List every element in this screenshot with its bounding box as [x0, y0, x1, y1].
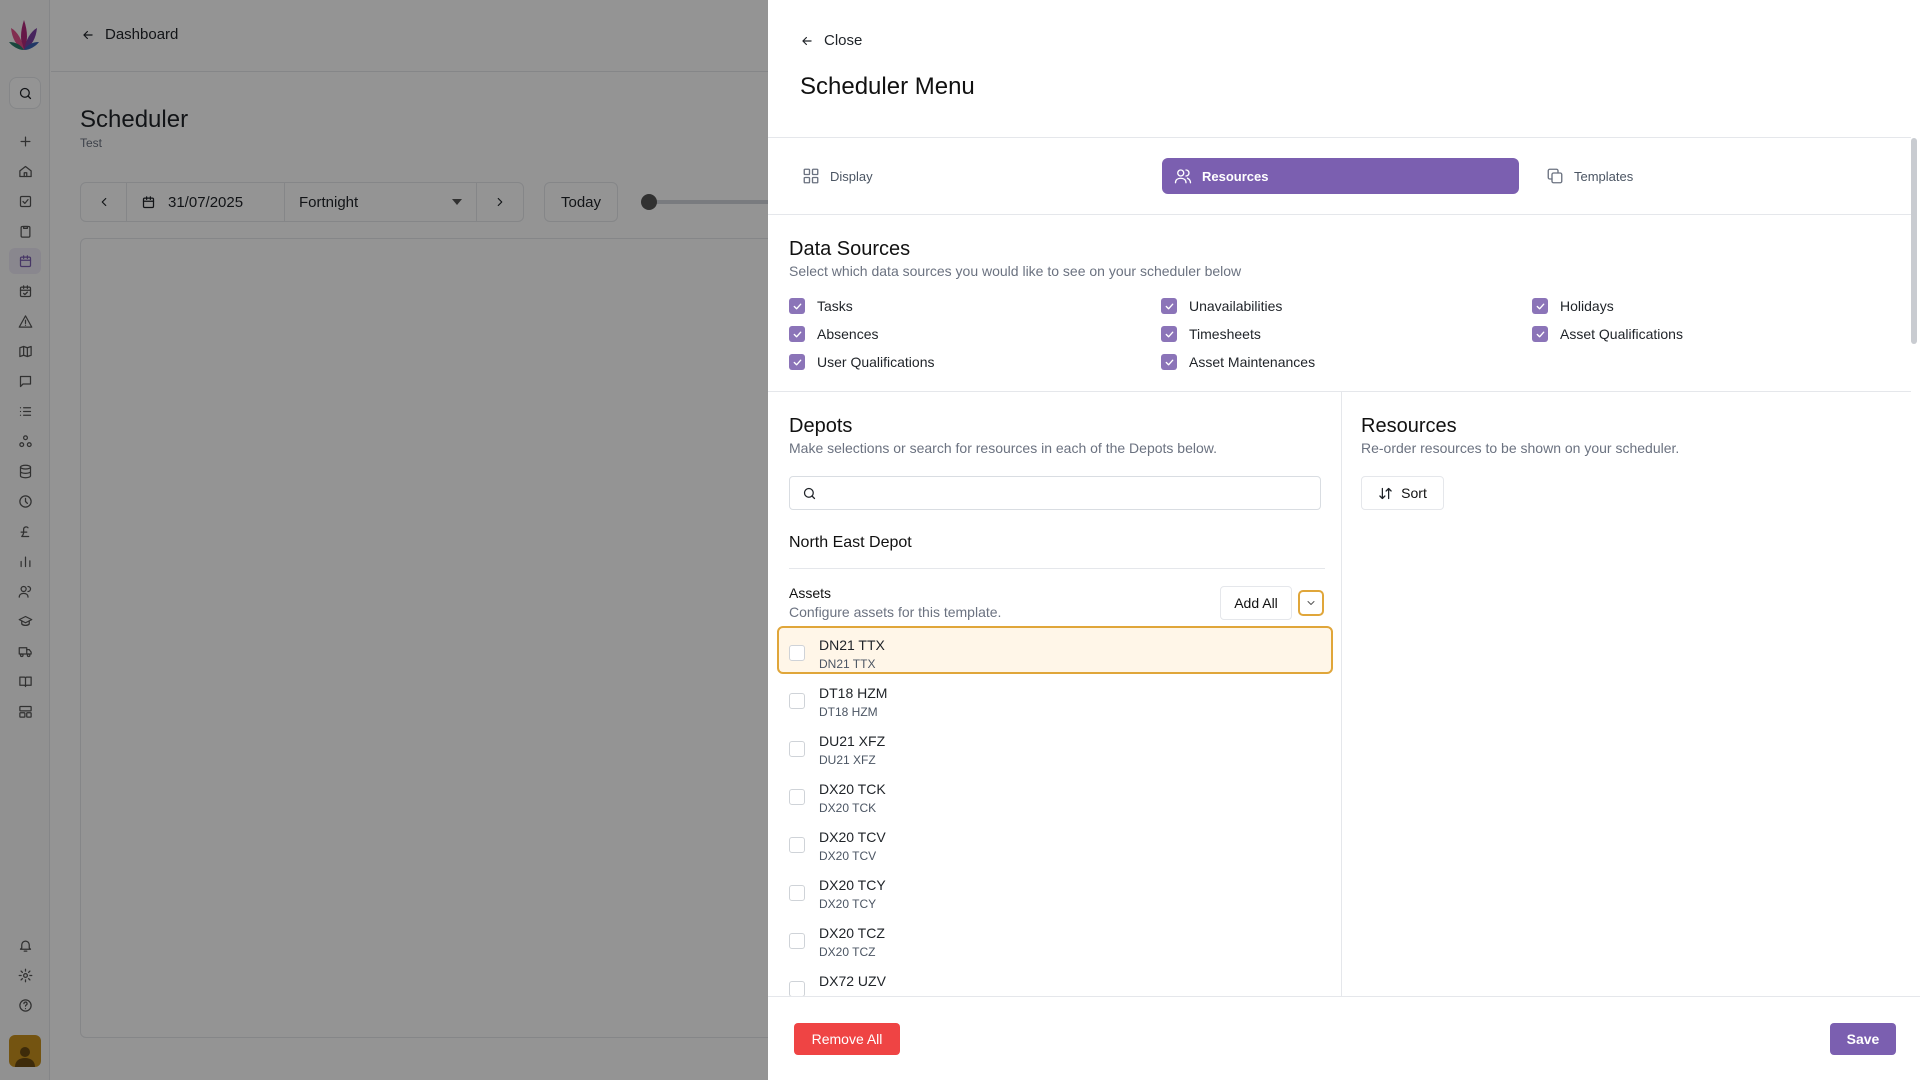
sort-label: Sort	[1401, 485, 1427, 501]
asset-title: DU21 XFZ	[819, 733, 886, 749]
data-source-label: User Qualifications	[817, 354, 935, 370]
remove-all-button[interactable]: Remove All	[794, 1023, 900, 1055]
data-source-label: Asset Qualifications	[1560, 326, 1683, 342]
data-source-tasks[interactable]: Tasks	[789, 298, 853, 314]
asset-subtitle: DX20 TCY	[819, 897, 877, 911]
data-source-unavailabilities[interactable]: Unavailabilities	[1161, 298, 1282, 314]
asset-subtitle: DU21 XFZ	[819, 753, 876, 767]
asset-checkbox[interactable]	[789, 885, 805, 901]
assets-description: Configure assets for this template.	[789, 604, 1002, 620]
asset-title: DT18 HZM	[819, 685, 888, 701]
data-source-label: Timesheets	[1189, 326, 1261, 342]
data-source-asset-maintenances[interactable]: Asset Maintenances	[1161, 354, 1315, 370]
chevron-down-icon	[1307, 601, 1315, 605]
asset-row[interactable]: DU21 XFZ DU21 XFZ	[777, 722, 1333, 770]
drawer-scrollbar[interactable]	[1911, 138, 1917, 344]
asset-title: DX20 TCK	[819, 781, 886, 797]
asset-checkbox[interactable]	[789, 933, 805, 949]
grid-icon	[803, 168, 819, 184]
asset-list[interactable]: DN21 TTX DN21 TTX DT18 HZM DT18 HZM DU21 XFZ…	[777, 626, 1333, 996]
asset-checkbox[interactable]	[789, 693, 805, 709]
asset-subtitle: DN21 TTX	[819, 657, 876, 671]
asset-subtitle: DT18 HZM	[819, 705, 878, 719]
data-source-user-qualifications[interactable]: User Qualifications	[789, 354, 935, 370]
asset-row[interactable]: DX20 TCK DX20 TCK	[777, 770, 1333, 818]
checkbox[interactable]	[789, 354, 805, 370]
depot-name: North East Depot	[789, 534, 912, 551]
checkbox[interactable]	[789, 326, 805, 342]
tab-display[interactable]: Display	[790, 158, 1130, 194]
resources-title: Resources	[1361, 415, 1457, 437]
tab-label: Resources	[1202, 168, 1269, 184]
data-source-label: Absences	[817, 326, 879, 342]
data-sources-divider	[768, 391, 1911, 392]
expand-assets-button[interactable]	[1298, 590, 1324, 616]
save-button[interactable]: Save	[1830, 1023, 1896, 1055]
asset-row[interactable]: DX20 TCV DX20 TCV	[777, 818, 1333, 866]
asset-row[interactable]: DX20 TCZ DX20 TCZ	[777, 914, 1333, 962]
data-source-asset-qualifications[interactable]: Asset Qualifications	[1532, 326, 1683, 342]
tabs-divider	[768, 214, 1911, 215]
column-divider	[1341, 392, 1342, 996]
asset-checkbox[interactable]	[789, 741, 805, 757]
add-all-button[interactable]: Add All	[1220, 586, 1292, 620]
asset-title: DX20 TCV	[819, 829, 886, 845]
checkbox[interactable]	[1161, 354, 1177, 370]
close-drawer-button[interactable]: Close	[800, 32, 862, 49]
data-source-absences[interactable]: Absences	[789, 326, 878, 342]
tab-label: Templates	[1574, 168, 1634, 184]
asset-checkbox[interactable]	[789, 981, 805, 996]
tab-templates[interactable]: Templates	[1534, 158, 1874, 194]
data-sources-title: Data Sources	[789, 238, 911, 260]
checkbox[interactable]	[1532, 298, 1548, 314]
header-divider	[768, 137, 1911, 138]
app: Dashboard Scheduler Test 31/07/2025 Fort…	[0, 0, 1920, 1080]
data-source-label: Tasks	[817, 298, 853, 314]
tab-label: Display	[830, 168, 873, 184]
asset-title: DN21 TTX	[819, 637, 885, 653]
asset-subtitle: DX20 TCV	[819, 849, 877, 863]
drawer-title: Scheduler Menu	[800, 73, 975, 100]
asset-title: DX20 TCZ	[819, 925, 885, 941]
asset-row[interactable]: DX20 TCY DX20 TCY	[777, 866, 1333, 914]
data-source-label: Holidays	[1560, 298, 1614, 314]
search-icon	[803, 487, 816, 499]
asset-row[interactable]: DT18 HZM DT18 HZM	[777, 674, 1333, 722]
checkbox[interactable]	[1532, 326, 1548, 342]
close-label: Close	[824, 32, 863, 49]
asset-checkbox[interactable]	[789, 645, 805, 661]
depots-title: Depots	[789, 415, 853, 437]
asset-row[interactable]: DX72 UZV	[777, 962, 1333, 996]
data-source-label: Unavailabilities	[1189, 298, 1283, 314]
assets-label: Assets	[789, 585, 832, 601]
data-source-timesheets[interactable]: Timesheets	[1161, 326, 1261, 342]
depot-divider	[789, 568, 1325, 569]
checkbox[interactable]	[1161, 326, 1177, 342]
depots-description: Make selections or search for resources …	[789, 440, 1217, 456]
tab-resources[interactable]: Resources	[1162, 158, 1519, 194]
modal-backdrop[interactable]	[0, 0, 768, 1080]
asset-checkbox[interactable]	[789, 837, 805, 853]
drawer-footer: Remove All Save	[768, 996, 1920, 1080]
sort-icon	[1379, 487, 1392, 499]
data-source-holidays[interactable]: Holidays	[1532, 298, 1614, 314]
checkbox[interactable]	[1161, 298, 1177, 314]
sort-button[interactable]: Sort	[1361, 476, 1444, 510]
asset-title: DX72 UZV	[819, 973, 886, 989]
resources-description: Re-order resources to be shown on your s…	[1361, 440, 1680, 456]
asset-subtitle: DX20 TCZ	[819, 945, 876, 959]
asset-subtitle: DX20 TCK	[819, 801, 877, 815]
asset-title: DX20 TCY	[819, 877, 886, 893]
asset-checkbox[interactable]	[789, 789, 805, 805]
copy-icon	[1547, 168, 1563, 184]
data-source-label: Asset Maintenances	[1189, 354, 1316, 370]
depot-search-input[interactable]	[789, 476, 1321, 510]
scheduler-menu-drawer: Close Scheduler Menu Display Resources T…	[768, 0, 1920, 1080]
users-icon	[1174, 169, 1192, 184]
arrow-left-icon	[802, 36, 812, 45]
checkbox[interactable]	[789, 298, 805, 314]
data-sources-description: Select which data sources you would like…	[789, 263, 1242, 279]
asset-row[interactable]: DN21 TTX DN21 TTX	[777, 626, 1333, 674]
